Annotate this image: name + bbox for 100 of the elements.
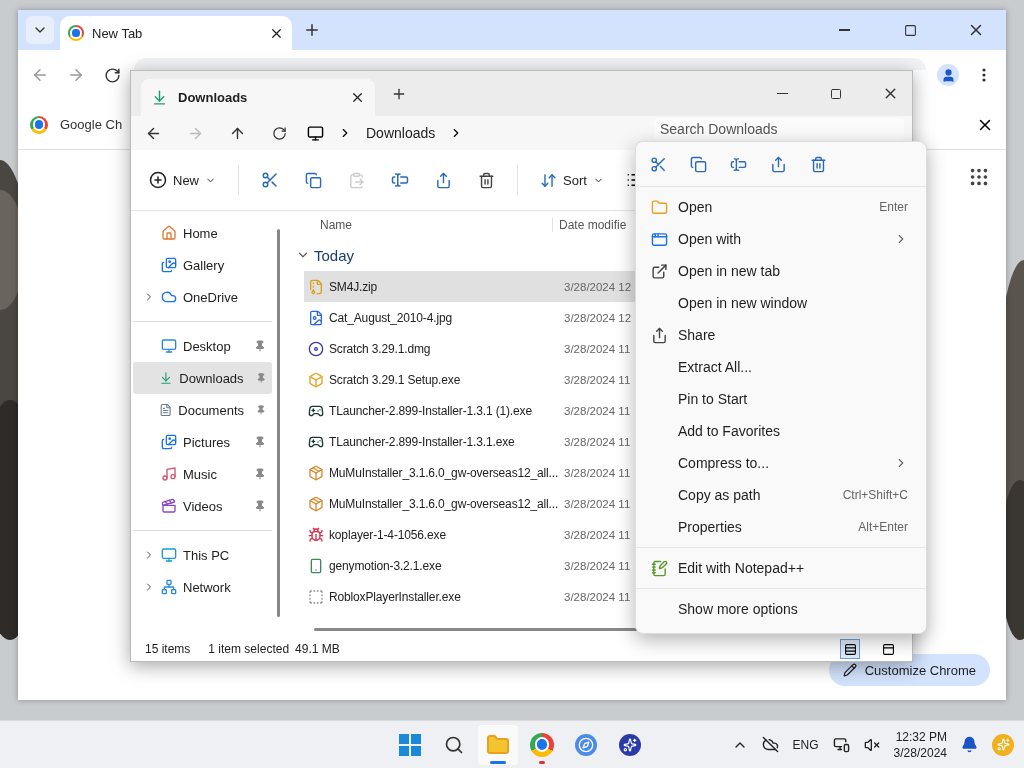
menu-item[interactable]: Open Enter — [636, 191, 926, 223]
sidebar-item[interactable]: Documents — [133, 394, 272, 426]
shortcut-text: Enter — [879, 200, 908, 214]
sidebar-item[interactable]: Gallery — [133, 249, 272, 281]
column-header[interactable]: Date modifie — [552, 218, 627, 232]
sidebar-item[interactable]: Videos — [133, 490, 272, 522]
breadcrumb-item[interactable]: Downloads — [366, 125, 436, 141]
trash-icon — [478, 171, 495, 189]
sidebar-label: Documents — [178, 402, 244, 418]
menu-label: Share — [678, 327, 716, 343]
search-field[interactable]: Search Downloads — [654, 118, 904, 140]
sidebar-label: Home — [183, 225, 218, 241]
menu-item[interactable]: Show more options — [636, 593, 926, 625]
menu-item[interactable]: Open in new window — [636, 287, 926, 319]
file-name: TLauncher-2.899-Installer-1.3.1 (1).exe — [329, 403, 532, 418]
menu-item[interactable]: Add to Favorites — [636, 415, 926, 447]
delete-icon — [809, 155, 827, 173]
file-row[interactable]: TLauncher-2.899-Installer-1.3.1.exe 3/28/2024 11 — [304, 426, 636, 457]
clipboard-icon — [348, 171, 365, 189]
list-icon — [843, 642, 857, 656]
browser-tab[interactable]: New Tab — [60, 16, 292, 50]
file-row[interactable]: Scratch 3.29.1.dmg 3/28/2024 11 — [304, 333, 636, 364]
tab-search-button[interactable] — [26, 16, 54, 44]
file-date: 3/28/2024 12 — [564, 311, 632, 324]
sidebar-label: OneDrive — [183, 289, 238, 305]
cloud-off-icon[interactable] — [761, 736, 779, 753]
archive-icon — [308, 278, 324, 295]
menu-item[interactable]: Open with — [636, 223, 926, 255]
file-row[interactable]: MuMuInstaller_3.1.6.0_gw-overseas12_all... 3/28/2024 11 — [304, 488, 636, 519]
file-row[interactable]: SM4J.zip 3/28/2024 12 — [304, 271, 636, 302]
sidebar-item[interactable]: Pictures — [133, 426, 272, 458]
chrome-icon — [30, 115, 48, 134]
menu-label: Open in new tab — [678, 263, 780, 279]
apps-grid-icon[interactable] — [968, 166, 990, 188]
sparkle-icon — [619, 733, 641, 756]
sidebar-label: Downloads — [179, 370, 244, 386]
details-view-button[interactable] — [840, 639, 860, 659]
download-icon — [151, 89, 168, 106]
file-row[interactable]: RobloxPlayerInstaller.exe 3/28/2024 11 — [304, 581, 636, 612]
window-icon — [650, 230, 668, 248]
menu-label: Properties — [678, 519, 742, 535]
maximize-icon — [903, 23, 917, 37]
download-icon — [159, 370, 174, 386]
new-tab-icon — [650, 262, 668, 280]
sidebar-label: This PC — [183, 547, 230, 563]
file-name: RobloxPlayerInstaller.exe — [329, 589, 461, 604]
file-row[interactable]: TLauncher-2.899-Installer-1.3.1 (1).exe 3/28/2024 11 — [304, 395, 636, 426]
image-file-icon — [308, 309, 324, 326]
clock-time[interactable]: 12:32 PM — [895, 729, 947, 744]
menu-item[interactable]: Edit with Notepad++ — [636, 552, 926, 584]
menu-item[interactable]: Extract All... — [636, 351, 926, 383]
sidebar-label: Videos — [183, 498, 223, 514]
close-icon[interactable] — [350, 90, 365, 105]
menu-label: Extract All... — [678, 359, 752, 375]
clapperboard-icon — [161, 498, 177, 514]
file-date: 3/28/2024 11 — [564, 466, 631, 479]
file-row[interactable]: Scratch 3.29.1 Setup.exe 3/28/2024 11 — [304, 364, 636, 395]
file-name: Scratch 3.29.1.dmg — [329, 341, 431, 356]
menu-item[interactable]: Pin to Start — [636, 383, 926, 415]
plus-icon — [303, 21, 321, 39]
network-icon[interactable] — [832, 736, 850, 753]
menu-item[interactable]: Open in new tab — [636, 255, 926, 287]
file-row[interactable]: koplayer-1-4-1056.exe 3/28/2024 11 — [304, 519, 636, 550]
sidebar-item[interactable]: Music — [133, 458, 272, 490]
bookmark-link[interactable]: Google Ch — [60, 117, 123, 132]
clock-date[interactable]: 3/28/2024 — [893, 745, 947, 760]
menu-item[interactable]: Share — [636, 319, 926, 351]
file-row[interactable]: MuMuInstaller_3.1.6.0_gw-overseas12_all... 3/28/2024 11 — [304, 457, 636, 488]
computer-icon[interactable] — [307, 124, 324, 142]
explorer-tab[interactable]: Downloads — [141, 79, 375, 116]
new-button[interactable]: New — [145, 167, 220, 193]
sidebar-item[interactable]: Network — [133, 571, 272, 603]
bell-icon[interactable] — [961, 736, 978, 753]
sidebar-item[interactable]: Downloads — [133, 362, 272, 394]
shortcut-text: Alt+Enter — [858, 520, 908, 534]
sidebar-item[interactable]: Desktop — [133, 330, 272, 362]
menu-item[interactable]: Copy as path Ctrl+Shift+C — [636, 479, 926, 511]
mute-icon[interactable] — [863, 736, 880, 753]
refresh-icon — [271, 125, 287, 141]
disk-icon — [308, 340, 324, 357]
plus-circle-icon — [149, 171, 167, 189]
menu-item[interactable]: Properties Alt+Enter — [636, 511, 926, 543]
file-row[interactable]: Cat_August_2010-4.jpg 3/28/2024 12 — [304, 302, 636, 333]
chrome-icon — [68, 25, 84, 41]
box-icon — [308, 371, 324, 388]
menu-label: Add to Favorites — [678, 423, 780, 439]
language-indicator[interactable]: ENG — [792, 737, 819, 752]
menu-item[interactable]: Compress to... — [636, 447, 926, 479]
sidebar-item[interactable]: OneDrive — [133, 281, 272, 313]
column-header[interactable]: Name — [296, 218, 552, 232]
sidebar-item[interactable]: Home — [133, 217, 272, 249]
shortcut-text: Ctrl+Shift+C — [842, 488, 908, 502]
share-icon — [650, 326, 668, 344]
sidebar-item[interactable]: This PC — [133, 539, 272, 571]
monitor-icon — [161, 338, 177, 354]
user-icon — [937, 64, 959, 86]
sort-button[interactable]: Sort — [536, 167, 608, 193]
cut-icon — [649, 155, 667, 173]
file-row[interactable]: genymotion-3.2.1.exe 3/28/2024 11 — [304, 550, 636, 581]
menu-label: Open with — [678, 231, 742, 247]
